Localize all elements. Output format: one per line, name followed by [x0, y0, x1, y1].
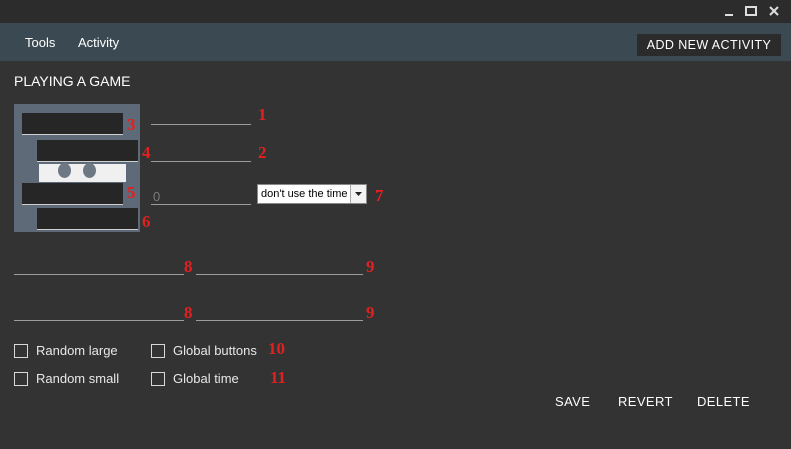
random-small-checkbox[interactable] [14, 371, 28, 386]
menu-tools[interactable]: Tools [25, 35, 55, 50]
time-select-value: don't use the time [261, 188, 348, 200]
global-time-checkbox[interactable] [151, 371, 165, 386]
random-large-label: Random large [36, 343, 118, 358]
global-time-option[interactable]: Global time [151, 371, 239, 386]
button2-url-input[interactable] [196, 304, 363, 321]
global-time-label: Global time [173, 371, 239, 386]
close-icon[interactable] [765, 3, 783, 19]
preview-logo-dot [83, 163, 96, 178]
annotation-number: 4 [142, 143, 151, 162]
global-buttons-checkbox[interactable] [151, 343, 165, 358]
delete-button[interactable]: DELETE [697, 394, 750, 409]
party-size-input[interactable] [151, 188, 251, 205]
preview-logo-dot [58, 163, 71, 178]
annotation-number: 6 [142, 212, 151, 231]
annotation-number: 10 [268, 339, 285, 358]
image-preview [14, 104, 140, 232]
annotation-number: 2 [258, 143, 267, 162]
button1-label-input[interactable] [14, 258, 184, 275]
random-small-option[interactable]: Random small [14, 371, 119, 386]
add-new-activity-button[interactable]: ADD NEW ACTIVITY [637, 34, 781, 56]
state-input[interactable] [151, 145, 251, 162]
minimize-icon[interactable] [720, 3, 738, 19]
details-input[interactable] [151, 108, 251, 125]
global-buttons-label: Global buttons [173, 343, 257, 358]
dropdown-arrow-icon[interactable] [350, 185, 366, 203]
preview-small-text-field[interactable] [37, 208, 138, 230]
annotation-number: 7 [375, 186, 384, 205]
random-small-label: Random small [36, 371, 120, 386]
maximize-icon[interactable] [742, 3, 760, 19]
page-title: PLAYING A GAME [14, 73, 131, 89]
save-button[interactable]: SAVE [555, 394, 590, 409]
menu-activity[interactable]: Activity [78, 35, 119, 50]
annotation-number: 1 [258, 105, 267, 124]
annotation-number: 8 [184, 257, 193, 276]
annotation-number: 5 [127, 183, 136, 202]
random-large-checkbox[interactable] [14, 343, 28, 358]
annotation-number: 8 [184, 303, 193, 322]
time-select[interactable]: don't use the time [257, 184, 367, 204]
random-large-option[interactable]: Random large [14, 343, 118, 358]
title-bar [0, 0, 791, 23]
preview-large-image-field[interactable] [22, 113, 123, 135]
annotation-number: 9 [366, 257, 375, 276]
preview-small-image-field[interactable] [37, 140, 138, 162]
annotation-number: 3 [127, 115, 136, 134]
button2-label-input[interactable] [14, 304, 184, 321]
global-buttons-option[interactable]: Global buttons [151, 343, 257, 358]
preview-large-text-field[interactable] [22, 183, 123, 205]
button1-url-input[interactable] [196, 258, 363, 275]
annotation-number: 9 [366, 303, 375, 322]
revert-button[interactable]: REVERT [618, 394, 673, 409]
annotation-number: 11 [270, 368, 287, 387]
